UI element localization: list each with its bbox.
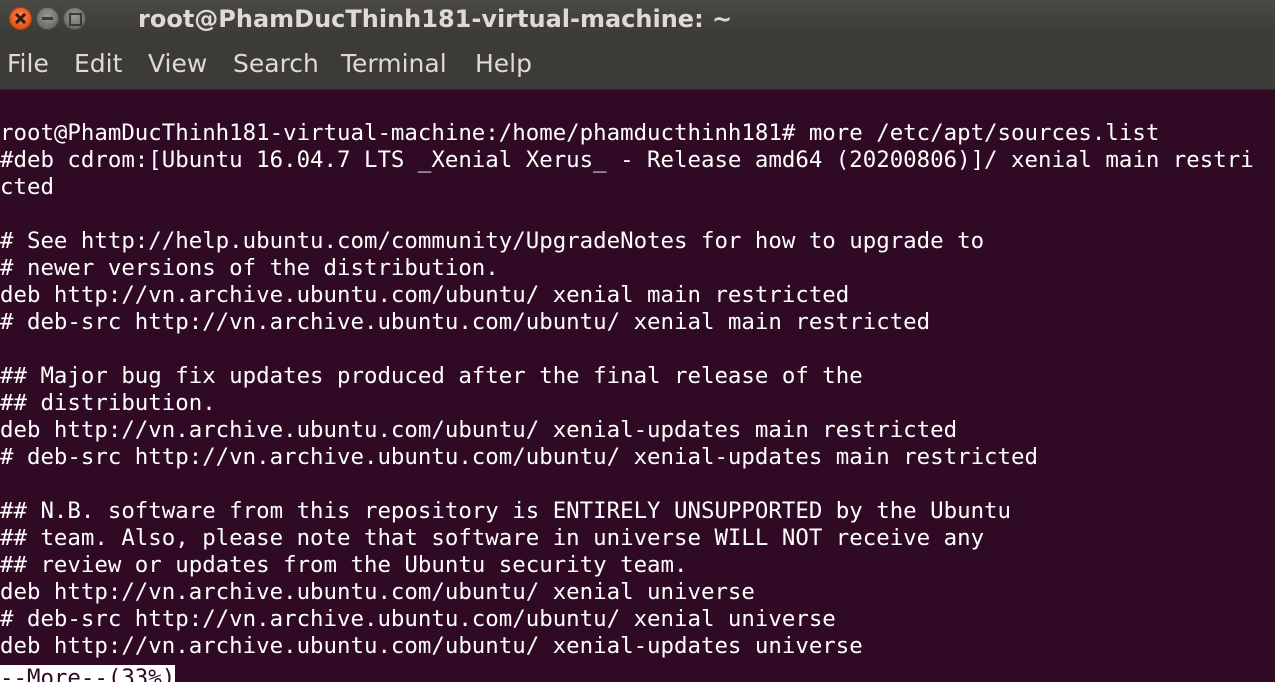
menu-search[interactable]: Search [231, 38, 321, 90]
terminal-line: ## review or updates from the Ubuntu sec… [0, 552, 688, 578]
menu-terminal[interactable]: Terminal [339, 38, 449, 90]
menu-file[interactable]: File [5, 38, 51, 90]
terminal-line: # newer versions of the distribution. [0, 255, 499, 281]
minimize-icon[interactable] [36, 7, 59, 30]
terminal-line: root@PhamDucThinh181-virtual-machine:/ho… [0, 120, 1160, 146]
terminal-line: # deb-src http://vn.archive.ubuntu.com/u… [0, 309, 931, 335]
menu-help[interactable]: Help [473, 38, 534, 90]
terminal-output[interactable]: root@PhamDucThinh181-virtual-machine:/ho… [0, 90, 1275, 682]
maximize-icon[interactable] [63, 7, 86, 30]
terminal-line: ## Major bug fix updates produced after … [0, 363, 863, 389]
terminal-line: ## distribution. [0, 390, 216, 416]
terminal-line: deb http://vn.archive.ubuntu.com/ubuntu/… [0, 579, 755, 605]
terminal-line: # deb-src http://vn.archive.ubuntu.com/u… [0, 444, 1038, 470]
terminal-line: cted [0, 174, 54, 200]
title-bar[interactable]: root@PhamDucThinh181-virtual-machine: ~ [0, 0, 1275, 38]
terminal-line: #deb cdrom:[Ubuntu 16.04.7 LTS _Xenial X… [0, 147, 1254, 173]
menu-bar: File Edit View Search Terminal Help [0, 38, 1275, 90]
terminal-line: deb http://vn.archive.ubuntu.com/ubuntu/… [0, 633, 863, 659]
terminal-window: root@PhamDucThinh181-virtual-machine: ~ … [0, 0, 1275, 682]
close-icon[interactable] [9, 7, 32, 30]
window-title: root@PhamDucThinh181-virtual-machine: ~ [138, 5, 733, 33]
terminal-line: # deb-src http://vn.archive.ubuntu.com/u… [0, 606, 836, 632]
terminal-line: deb http://vn.archive.ubuntu.com/ubuntu/… [0, 282, 850, 308]
terminal-line: # See http://help.ubuntu.com/community/U… [0, 228, 985, 254]
terminal-line: ## N.B. software from this repository is… [0, 498, 1012, 524]
terminal-line: deb http://vn.archive.ubuntu.com/ubuntu/… [0, 417, 958, 443]
terminal-line: ## team. Also, please note that software… [0, 525, 985, 551]
menu-edit[interactable]: Edit [72, 38, 124, 90]
more-pager-prompt: --More--(33%) [0, 665, 176, 682]
menu-view[interactable]: View [146, 38, 209, 90]
